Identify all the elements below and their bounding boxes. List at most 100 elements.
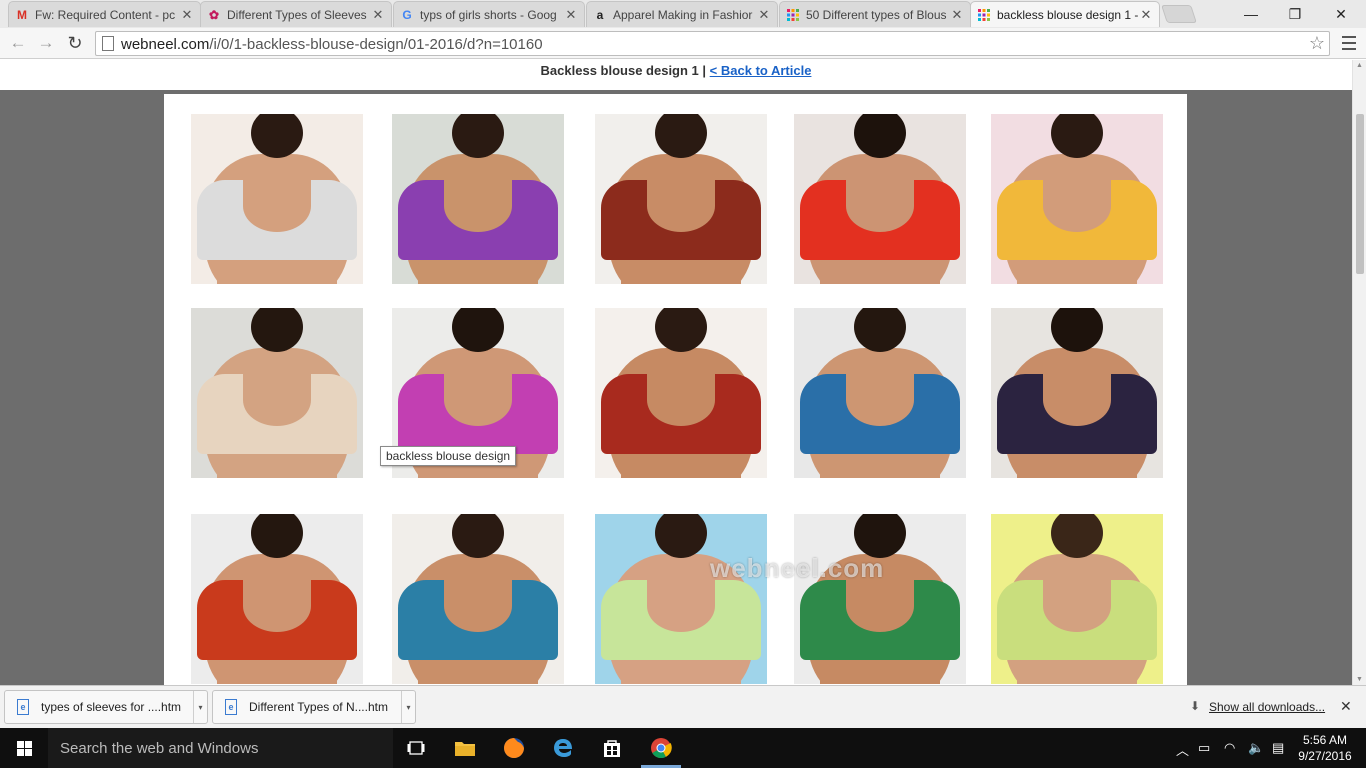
tab-title: typs of girls shorts - Goog	[420, 7, 557, 22]
url-path: /i/0/1-backless-blouse-design/01-2016/d?…	[209, 36, 543, 53]
blouse-back-cut	[444, 180, 512, 232]
clock-time: 5:56 AM	[1302, 733, 1348, 747]
reload-icon[interactable]: ↻	[63, 32, 87, 54]
close-icon[interactable]: ✕	[180, 7, 194, 23]
show-all-downloads-link[interactable]: Show all downloads...	[1209, 700, 1325, 714]
blouse-back-cut	[1043, 580, 1111, 632]
back-to-article-link[interactable]: < Back to Article	[710, 63, 812, 78]
close-icon[interactable]: ✕	[757, 7, 771, 23]
model-hair	[452, 308, 504, 352]
sleeve-site-icon: ✿	[208, 7, 220, 22]
amazon-icon: a	[596, 7, 604, 22]
close-icon[interactable]: ✕	[1340, 698, 1352, 715]
tab-google-search[interactable]: G typs of girls shorts - Goog ✕	[393, 1, 585, 27]
scrollbar-thumb[interactable]	[1356, 114, 1364, 274]
tab-title: backless blouse design 1 -	[997, 7, 1139, 22]
blouse-back-cut	[846, 180, 914, 232]
volume-icon[interactable]: 🔈	[1248, 740, 1264, 756]
scroll-up-icon[interactable]: ▲	[1356, 62, 1363, 69]
blouse-photo	[392, 514, 564, 684]
google-icon: G	[402, 7, 412, 22]
download-item[interactable]: e Different Types of N....htm ▾	[212, 690, 416, 724]
blouse-back-cut	[846, 374, 914, 426]
bookmark-star-icon[interactable]: ☆	[1309, 33, 1325, 54]
model-waist	[217, 454, 337, 478]
webneel-icon	[977, 8, 991, 22]
edge-icon[interactable]	[549, 734, 577, 762]
blouse-photo	[595, 514, 767, 684]
model-hair	[1051, 514, 1103, 558]
tab-backless-blouse-design[interactable]: backless blouse design 1 - ✕	[970, 1, 1160, 27]
taskbar-clock[interactable]: 5:56 AM 9/27/2016	[1292, 732, 1358, 764]
blouse-photo	[794, 114, 966, 284]
chrome-icon[interactable]	[647, 734, 675, 762]
tab-title: Different Types of Sleeves	[227, 7, 367, 22]
close-icon[interactable]: ✕	[950, 7, 964, 23]
firefox-icon[interactable]	[500, 734, 528, 762]
model-waist	[820, 260, 940, 284]
document-icon: e	[225, 699, 237, 715]
close-icon[interactable]: ✕	[564, 7, 578, 23]
file-explorer-icon[interactable]	[451, 734, 479, 762]
blouse-back-cut	[243, 180, 311, 232]
new-tab-button[interactable]	[1161, 5, 1197, 23]
windows-logo-icon	[16, 740, 32, 756]
model-hair	[452, 514, 504, 558]
blouse-back-cut	[444, 374, 512, 426]
taskbar-search-box[interactable]: Search the web and Windows	[48, 728, 393, 768]
model-waist	[1017, 660, 1137, 684]
minimize-icon[interactable]: —	[1228, 0, 1274, 28]
chevron-down-icon[interactable]: ▾	[401, 691, 415, 723]
window-close-icon[interactable]: ✕	[1318, 0, 1364, 28]
model-hair	[655, 308, 707, 352]
image-caption: Backless blouse design 1 | < Back to Art…	[0, 60, 1352, 90]
webneel-watermark: webneel.com	[710, 553, 885, 583]
blouse-photo	[991, 514, 1163, 684]
model-hair	[655, 114, 707, 158]
document-icon: e	[17, 699, 29, 715]
blouse-back-cut	[647, 180, 715, 232]
start-button[interactable]	[0, 728, 48, 768]
page-scrollbar[interactable]: ▲ ▼	[1352, 60, 1366, 685]
blouse-photo	[595, 308, 767, 478]
browser-toolbar: ← → ↻ webneel.com/i/0/1-backless-blouse-…	[0, 28, 1366, 59]
scroll-down-icon[interactable]: ▼	[1356, 676, 1363, 683]
clock-date: 9/27/2016	[1298, 749, 1352, 763]
battery-icon[interactable]: ▭	[1198, 740, 1210, 756]
tab-50-blouse-types[interactable]: 50 Different types of Blous ✕	[779, 1, 971, 27]
blouse-back-cut	[444, 580, 512, 632]
blouse-photo	[991, 114, 1163, 284]
chrome-menu-icon[interactable]	[1342, 34, 1356, 52]
model-hair	[655, 514, 707, 558]
address-bar[interactable]: webneel.com/i/0/1-backless-blouse-design…	[95, 31, 1330, 56]
blouse-back-cut	[1043, 374, 1111, 426]
action-center-icon[interactable]: ▤	[1272, 740, 1284, 756]
tab-amazon[interactable]: a Apparel Making in Fashior ✕	[586, 1, 778, 27]
image-viewer	[0, 90, 1352, 685]
close-icon[interactable]: ✕	[1139, 7, 1153, 23]
model-waist	[1017, 454, 1137, 478]
blouse-photo	[595, 114, 767, 284]
back-arrow-icon[interactable]: ←	[6, 32, 30, 54]
tab-title: Apparel Making in Fashior	[613, 7, 753, 22]
tray-expand-icon[interactable]: ︿	[1176, 740, 1189, 759]
webneel-icon	[786, 8, 800, 22]
model-waist	[820, 660, 940, 684]
tab-gmail[interactable]: M Fw: Required Content - pc ✕	[8, 1, 201, 27]
store-icon[interactable]	[598, 734, 626, 762]
download-item[interactable]: e types of sleeves for ....htm ▾	[4, 690, 208, 724]
blouse-photo	[191, 514, 363, 684]
gallery-image[interactable]	[164, 94, 1187, 685]
wifi-icon[interactable]: ◠	[1224, 740, 1235, 756]
restore-icon[interactable]: ❐	[1272, 0, 1318, 28]
download-shelf: e types of sleeves for ....htm ▾ e Diffe…	[0, 685, 1366, 728]
model-waist	[418, 660, 538, 684]
tab-different-types-of-sleeves[interactable]: ✿ Different Types of Sleeves ✕	[200, 1, 392, 27]
model-waist	[621, 260, 741, 284]
close-icon[interactable]: ✕	[371, 7, 385, 23]
chevron-down-icon[interactable]: ▾	[193, 691, 207, 723]
blouse-back-cut	[243, 374, 311, 426]
forward-arrow-icon[interactable]: →	[34, 32, 58, 54]
model-hair	[1051, 114, 1103, 158]
task-view-icon[interactable]	[402, 734, 430, 762]
